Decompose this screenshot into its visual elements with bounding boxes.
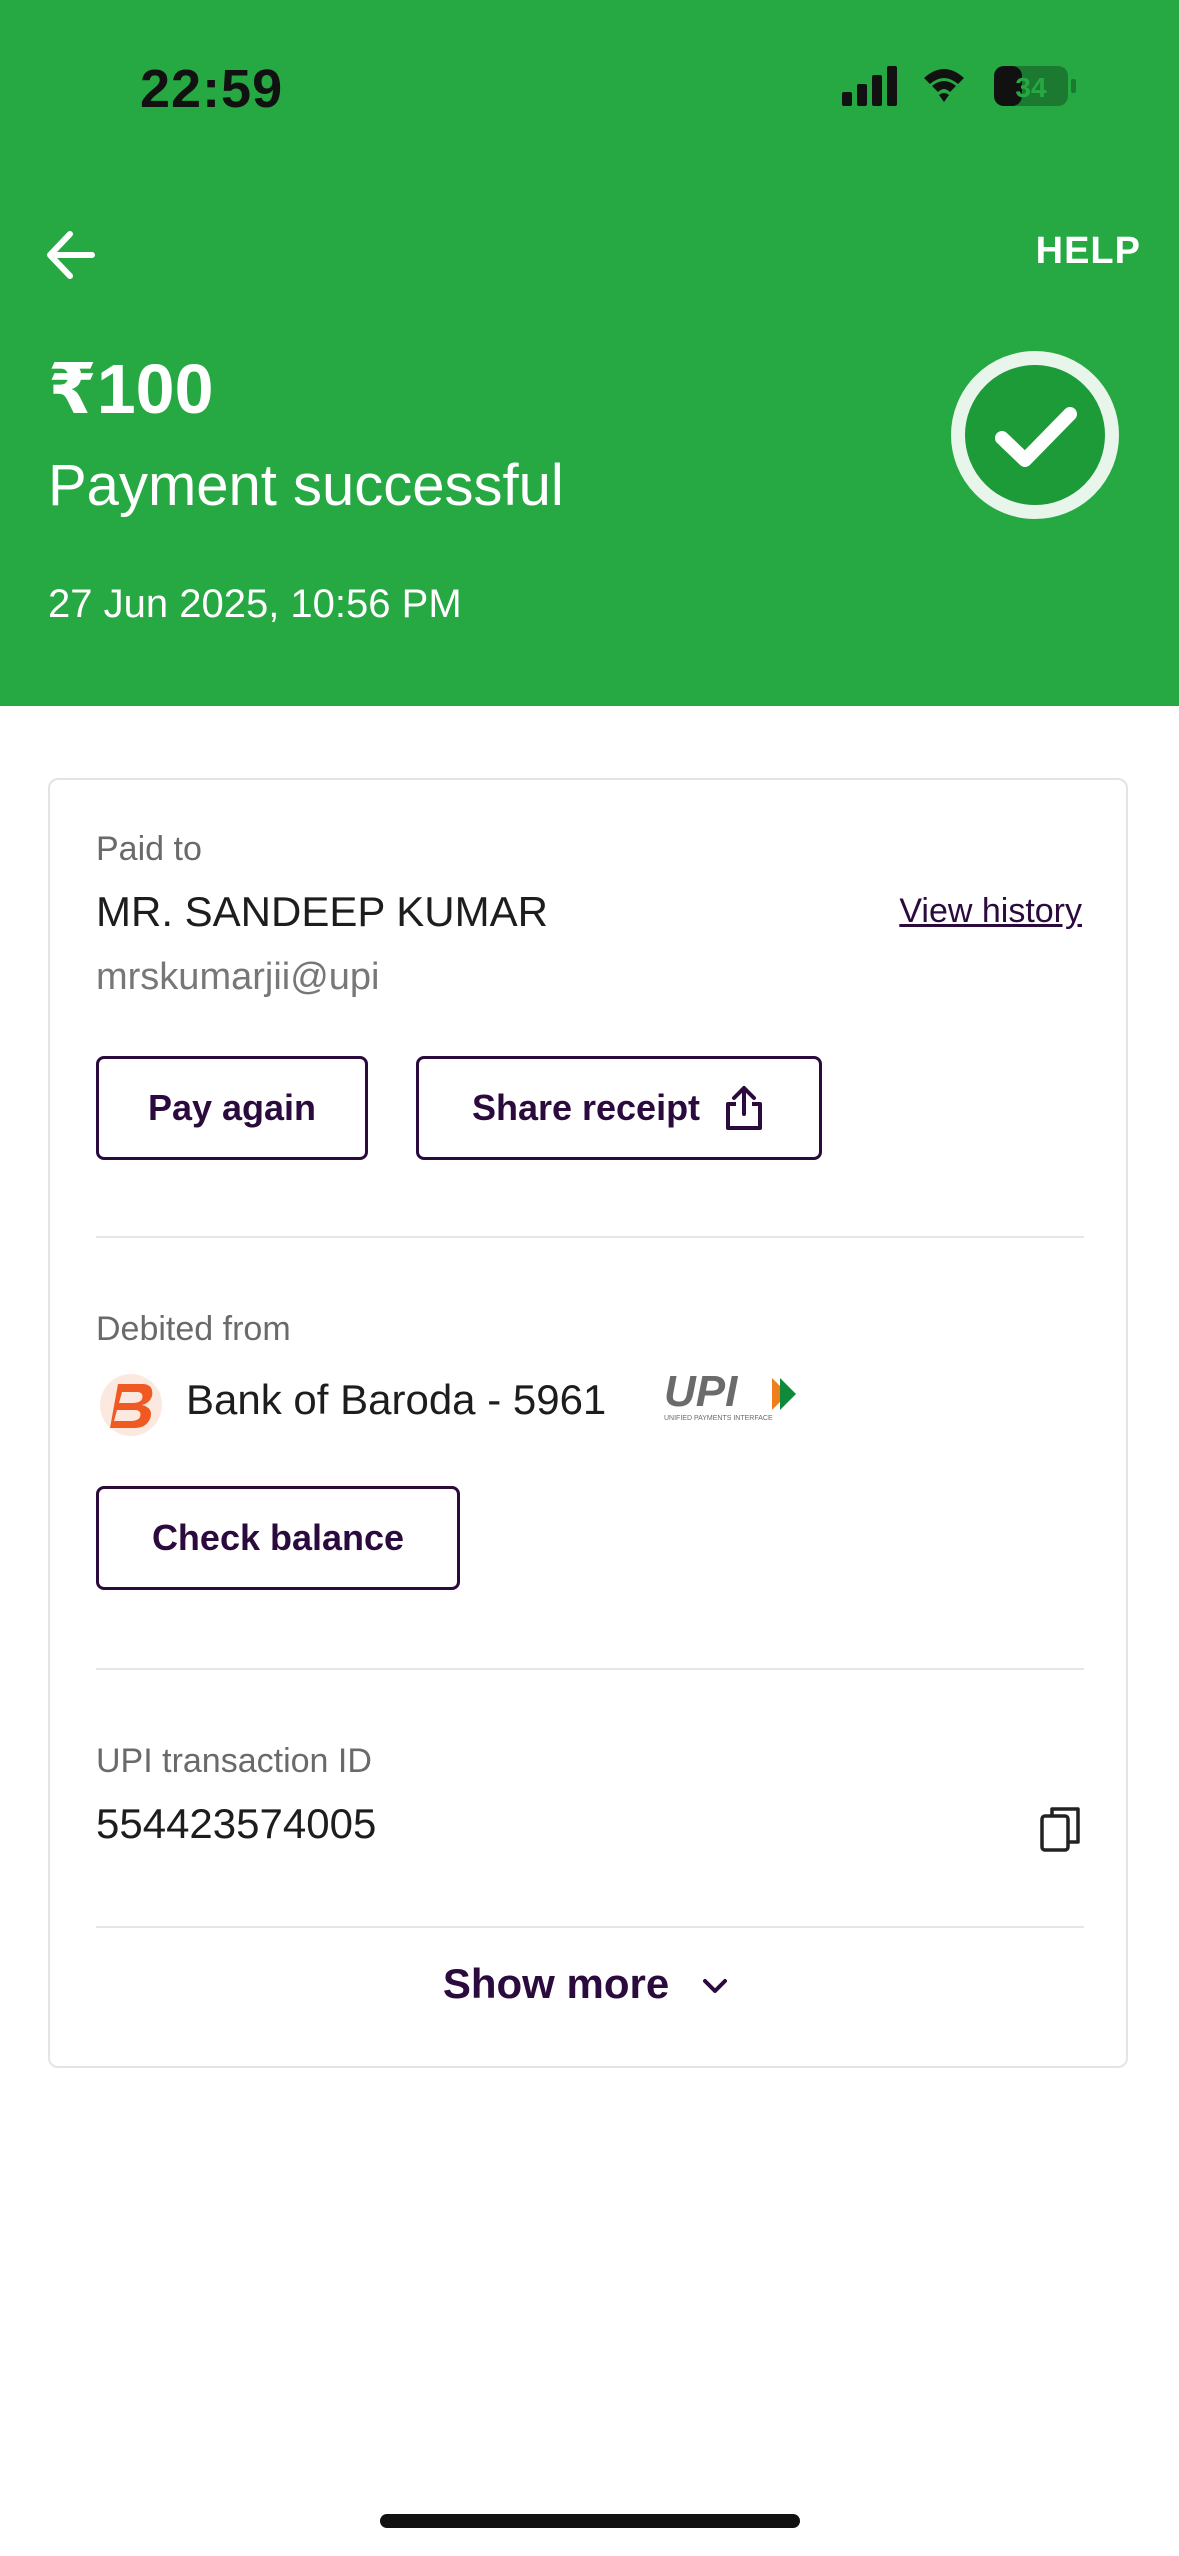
- checkmark-circle-icon: [951, 351, 1119, 519]
- transaction-id-label: UPI transaction ID: [96, 1742, 372, 1780]
- home-indicator[interactable]: [380, 2514, 800, 2528]
- copy-icon[interactable]: [1038, 1804, 1084, 1854]
- battery-level: 34: [1015, 72, 1047, 103]
- status-time: 22:59: [140, 59, 284, 119]
- pay-again-label: Pay again: [147, 1087, 317, 1128]
- upi-logo-subtext: UNIFIED PAYMENTS INTERFACE: [664, 1415, 773, 1422]
- payee-name: MR. SANDEEP KUMAR: [96, 888, 548, 935]
- chevron-down-icon: [703, 1979, 728, 1993]
- payment-status: Payment successful: [48, 453, 564, 518]
- help-button[interactable]: HELP: [1036, 230, 1141, 273]
- payment-header: 22:59 34 HELP ₹100 Payment successful 27…: [0, 0, 1179, 706]
- share-receipt-button[interactable]: Share receipt: [416, 1056, 822, 1160]
- transaction-details-card: Paid to MR. SANDEEP KUMAR View history m…: [48, 778, 1128, 2068]
- upi-logo: UPI UNIFIED PAYMENTS INTERFACE: [664, 1370, 796, 1434]
- pay-again-button[interactable]: Pay again: [96, 1056, 368, 1160]
- divider: [96, 1926, 1084, 1928]
- payment-amount: ₹100: [48, 350, 214, 428]
- payment-datetime: 27 Jun 2025, 10:56 PM: [48, 582, 462, 626]
- status-icons: 34: [842, 66, 1076, 106]
- signal-icon: [842, 66, 897, 106]
- bank-of-baroda-logo-icon: [100, 1374, 162, 1436]
- check-balance-button[interactable]: Check balance: [96, 1486, 460, 1590]
- show-more-label: Show more: [442, 1960, 670, 2007]
- transaction-id-value: 554423574005: [96, 1800, 377, 1847]
- back-arrow-icon[interactable]: [40, 222, 106, 288]
- check-balance-label: Check balance: [151, 1517, 405, 1558]
- show-more-button[interactable]: Show more: [50, 1960, 1126, 2008]
- share-receipt-label: Share receipt: [471, 1087, 701, 1128]
- divider: [96, 1668, 1084, 1670]
- divider: [96, 1236, 1084, 1238]
- paid-to-label: Paid to: [96, 830, 202, 868]
- wifi-icon: [924, 69, 964, 102]
- share-icon: [726, 1086, 763, 1130]
- battery-icon: 34: [994, 66, 1076, 106]
- debited-from-label: Debited from: [96, 1310, 291, 1348]
- payee-upi-id: mrskumarjii@upi: [96, 956, 380, 998]
- bank-account: Bank of Baroda - 5961: [186, 1376, 607, 1423]
- view-history-link[interactable]: View history: [899, 892, 1082, 931]
- upi-arrow-icon: [772, 1378, 796, 1410]
